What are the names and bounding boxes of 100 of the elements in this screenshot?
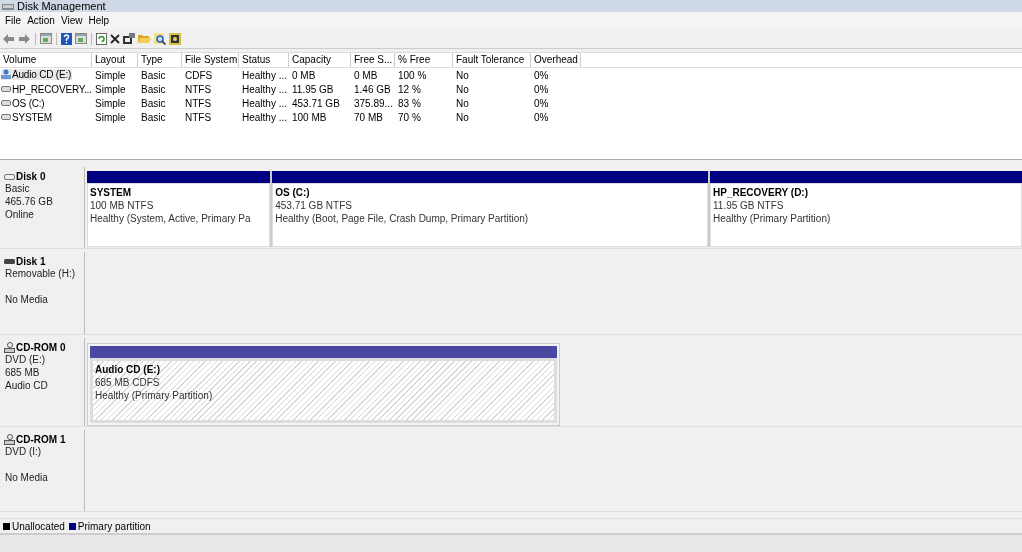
window-title: Disk Management [17,0,106,12]
partition-block[interactable]: HP_RECOVERY (D:) 11.95 GB NTFS Healthy (Primary Partition) [710,183,1022,247]
partition-name: Audio CD (E:) [95,362,160,376]
disk-type: Basic [5,182,31,195]
column-header[interactable]: Layout [92,53,138,67]
partition-block[interactable]: SYSTEM 100 MB NTFS Healthy (System, Active, Primary Pa [87,183,271,247]
partition-status: Healthy (System, Active, Primary Pa [90,212,251,225]
disk-type: DVD (I:) [5,444,43,458]
column-header[interactable]: Volume [0,53,92,67]
volume-cell[interactable]: OS (C:) [1,97,46,109]
table-cell: Basic [141,83,166,95]
menu-item[interactable]: Help [85,15,112,26]
table-cell: 453.71 GB [292,97,340,109]
table-cell: 0 MB [354,69,378,81]
disk-name: CD-ROM 1 [16,433,66,445]
partition-name: HP_RECOVERY (D:) [713,186,809,199]
table-cell: NTFS [185,111,212,123]
help-icon[interactable] [61,32,72,45]
settings-icon[interactable] [169,32,181,45]
menu-item[interactable]: Action [24,15,58,26]
disk-name: CD-ROM 0 [16,341,66,353]
table-cell: Healthy ... [242,111,288,123]
table-cell: No [456,69,469,81]
disk-type: Removable (H:) [5,267,77,281]
table-cell: 0% [534,111,549,123]
cd-drive-icon [4,341,15,353]
column-header[interactable]: Type [138,53,182,67]
forward-icon[interactable] [18,32,31,45]
table-cell: 1.46 GB [354,83,391,95]
table-cell: 11.95 GB [292,83,334,95]
search-icon[interactable] [154,32,166,45]
app-icon [2,3,14,11]
legend-label: Primary partition [77,520,151,532]
close-icon[interactable] [110,33,120,44]
column-header[interactable]: Fault Tolerance [453,53,531,67]
table-cell: 70 MB [354,111,383,123]
drive-icon [4,259,15,265]
volume-cell[interactable]: SYSTEM [1,111,53,123]
partition-status: Healthy (Primary Partition) [95,388,213,402]
window-icon[interactable] [40,33,52,44]
table-cell: Healthy ... [242,69,288,81]
table-cell: Basic [141,111,166,123]
table-cell: No [456,83,469,95]
partition-size: 11.95 GB NTFS [713,199,784,212]
menu-item[interactable]: View [57,15,86,26]
disk-name: Disk 1 [16,256,46,268]
table-cell: Simple [95,69,126,81]
column-header[interactable]: Overhead [531,53,581,67]
table-cell: Basic [141,97,166,109]
disk-size: 685 MB [5,365,41,379]
table-cell: 83 % [398,97,421,109]
table-cell: 0% [534,97,549,109]
table-cell: 12 % [398,83,421,95]
table-cell: 0% [534,83,549,95]
table-cell: Basic [141,69,166,81]
partition-name: OS (C:) [275,186,310,199]
partition-status: Healthy (Boot, Page File, Crash Dump, Primary Partition) [275,212,529,225]
properties-icon[interactable] [123,33,135,44]
back-icon[interactable] [2,32,15,45]
partition-size: 685 MB CDFS [95,375,160,389]
table-cell: Healthy ... [242,97,288,109]
partition-block[interactable]: OS (C:) 453.71 GB NTFS Healthy (Boot, Page File, Crash Dump, Primary Partition) [272,183,708,247]
table-cell: CDFS [185,69,213,81]
table-cell: No [456,97,469,109]
disk-size: 465.76 GB [5,195,54,208]
table-cell: 375.89... [354,97,393,109]
disk-name: Disk 0 [16,171,46,182]
table-cell: 100 % [398,69,427,81]
partition-status: Healthy (Primary Partition) [713,212,831,225]
table-cell: Simple [95,83,126,95]
table-cell: 100 MB [292,111,327,123]
table-cell: NTFS [185,97,212,109]
column-header[interactable]: % Free [395,53,453,67]
table-cell: Simple [95,97,126,109]
partition-name: SYSTEM [90,186,132,199]
legend-label: Unallocated [12,520,65,532]
disk-status: Online [5,208,35,221]
table-cell: Simple [95,111,126,123]
partition-size: 453.71 GB NTFS [275,199,352,212]
table-cell: 0 MB [292,69,316,81]
disk-status: Audio CD [5,378,49,392]
refresh-icon[interactable] [96,32,107,45]
column-header[interactable]: Capacity [289,53,351,67]
table-cell: No [456,111,469,123]
volume-cell[interactable]: Audio CD (E:) [1,68,73,80]
partition-size: 100 MB NTFS [90,199,154,212]
partition-block[interactable]: Audio CD (E:) 685 MB CDFS Healthy (Primary Partition) [90,357,557,423]
cd-drive-icon [1,69,11,80]
column-header[interactable]: Free S... [351,53,395,67]
drive-icon [4,173,15,180]
column-header[interactable]: Status [239,53,289,67]
disk-status: No Media [5,470,49,484]
table-cell: NTFS [185,83,212,95]
table-cell: Healthy ... [242,83,288,95]
volume-cell[interactable]: HP_RECOVERY... [1,83,93,95]
menu-item[interactable]: File [2,15,25,26]
table-cell: 0% [534,69,549,81]
cd-drive-icon [4,433,15,445]
disk-status: No Media [5,293,49,307]
column-header[interactable]: File System [182,53,239,67]
